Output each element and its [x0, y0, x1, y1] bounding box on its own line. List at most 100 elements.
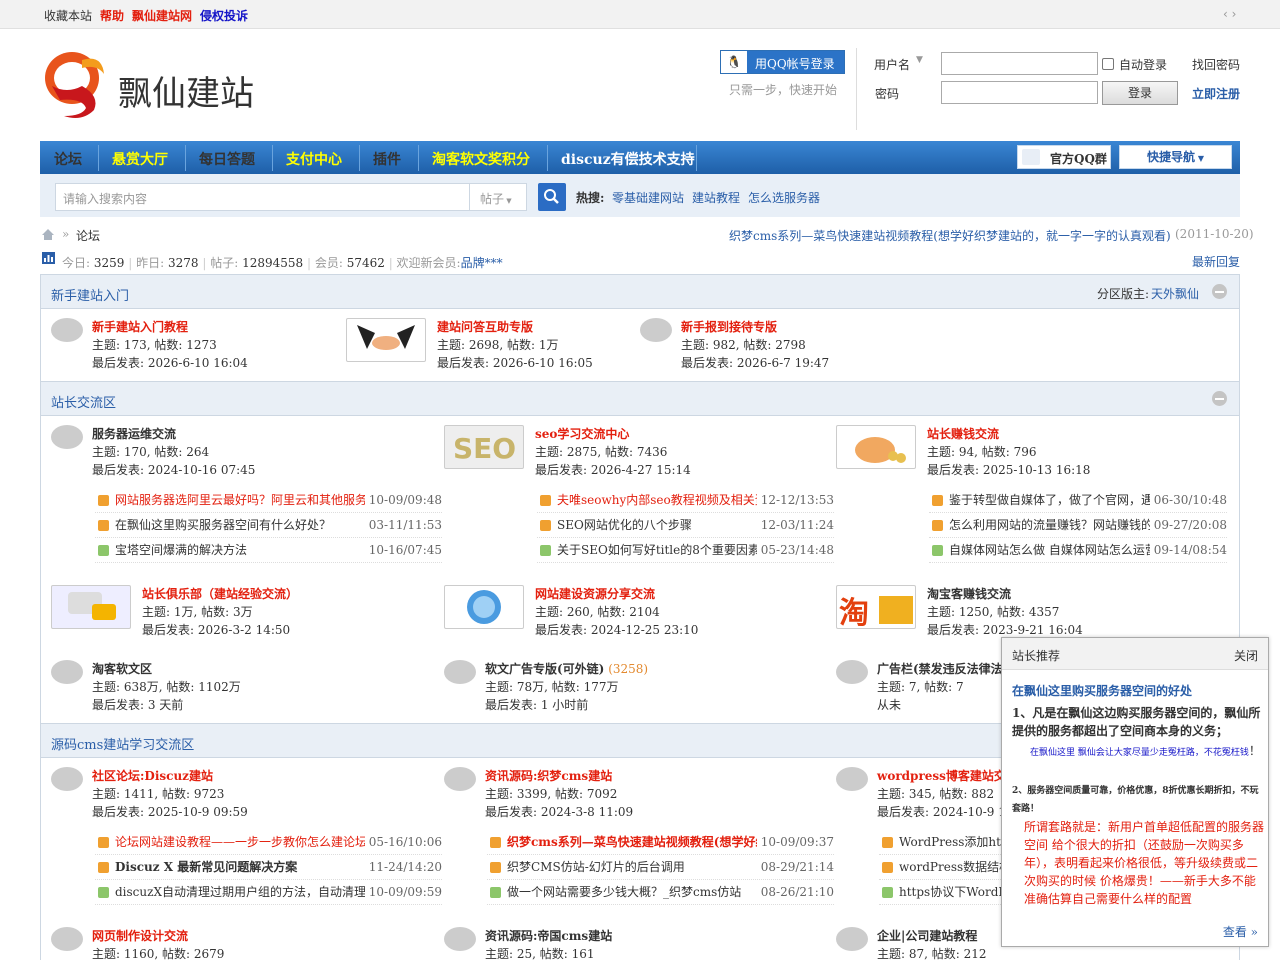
- thread-row[interactable]: 自媒体网站怎么做 自媒体网站怎么运营 09-14/08:54: [929, 538, 1227, 563]
- section-moderator-link[interactable]: 天外飘仙: [1151, 285, 1199, 302]
- qq-login-button[interactable]: 🐧 用QQ帐号登录: [720, 50, 845, 74]
- nav-item-taoke[interactable]: 淘客软文奖积分: [432, 149, 530, 169]
- nav-item-discuz-support[interactable]: discuz有偿技术支持: [561, 149, 695, 169]
- forum-item[interactable]: 软文广告专版(可外链) (3258) 主题: 78万, 帖数: 177万 最后发表:…: [485, 660, 648, 714]
- forum-icon: [51, 767, 83, 791]
- forum-item[interactable]: 建站问答互助专版 主题: 2698, 帖数: 1万 最后发表: 2026-6-10 …: [437, 318, 593, 372]
- thread-row[interactable]: discuzX自动清理过期用户组的方法，自动清理vip 10-09/09:59: [95, 880, 442, 905]
- register-link[interactable]: 立即注册: [1192, 85, 1240, 102]
- thread-row[interactable]: 鉴于转型做自媒体了，做了个官网，遇 06-30/10:48: [929, 488, 1227, 513]
- hot-search-link[interactable]: 怎么选服务器: [748, 189, 820, 206]
- thread-row[interactable]: 在飘仙这里购买服务器空间有什么好处？ 03-11/11:53: [95, 513, 442, 538]
- qq-group-button[interactable]: 官方QQ群: [1017, 145, 1111, 169]
- new-member-link[interactable]: 品牌***: [461, 256, 503, 270]
- thread-icon: [490, 862, 501, 873]
- forum-item[interactable]: 新手报到接待专版 主题: 982, 帖数: 2798 最后发表: 2026-6-7 …: [681, 318, 829, 372]
- taobao-icon: 淘: [836, 585, 916, 631]
- thread-icon: [932, 545, 943, 556]
- caret-down-icon: ▼: [1195, 153, 1204, 163]
- forum-item[interactable]: 广告栏(禁发违反法律法 主题: 7, 帖数: 7 从未: [877, 660, 1003, 714]
- group-icon: [1022, 149, 1040, 165]
- seo-icon: SEO: [444, 425, 524, 469]
- thread-icon: [540, 495, 551, 506]
- collapse-icon[interactable]: [1212, 284, 1227, 299]
- resource-globe-icon: [444, 585, 524, 629]
- forum-item[interactable]: 站长赚钱交流 主题: 94, 帖数: 796 最后发表: 2025-10-13 16…: [927, 425, 1090, 479]
- section-header-newbie: 新手建站入门 分区版主: 天外飘仙: [40, 274, 1240, 309]
- favorite-link[interactable]: 收藏本站: [44, 7, 92, 24]
- popup-close-button[interactable]: 关闭: [1234, 647, 1258, 664]
- nav-item-pay[interactable]: 支付中心: [286, 149, 342, 169]
- thread-row[interactable]: WordPress添加https: [879, 830, 1001, 855]
- thread-icon: [540, 545, 551, 556]
- nav-item-forum[interactable]: 论坛: [54, 149, 82, 169]
- popup-header: 站长推荐 关闭: [1002, 638, 1268, 670]
- thread-row[interactable]: 做一个网站需要多少钱大概？_织梦cms仿站 08-26/21:10: [487, 880, 834, 905]
- thread-row[interactable]: https协议下WordPre: [879, 880, 1001, 905]
- auto-login-checkbox[interactable]: [1102, 58, 1114, 70]
- nav-item-daily[interactable]: 每日答题: [199, 149, 255, 169]
- hot-search-link[interactable]: 零基础建网站: [612, 189, 684, 206]
- forum-item[interactable]: 资讯源码:帝国cms建站 主题: 25, 帖数: 161: [485, 927, 612, 963]
- username-label: 用户名: [874, 58, 911, 72]
- quick-nav-button[interactable]: 快捷导航 ▼: [1119, 145, 1232, 169]
- thread-row[interactable]: 宝塔空间爆满的解决方法 10-16/07:45: [95, 538, 442, 563]
- search-button[interactable]: [538, 183, 566, 211]
- thread-icon: [490, 837, 501, 848]
- logo[interactable]: [42, 46, 110, 129]
- forum-item[interactable]: 网页制作设计交流 主题: 1160, 帖数: 2679: [92, 927, 224, 963]
- qq-penguin-icon: 🐧: [721, 51, 747, 73]
- thread-icon: [882, 887, 893, 898]
- forum-item[interactable]: wordpress博客建站交流 主题: 345, 帖数: 882 最后发表: 202…: [877, 767, 1018, 821]
- announcement-link[interactable]: 织梦cms系列—菜鸟快速建站视频教程(想学好织梦建站的，就一字一字的认真观看): [729, 227, 1171, 244]
- collapse-icon[interactable]: [1212, 391, 1227, 406]
- forum-item[interactable]: 企业|公司建站教程 主题: 87, 帖数: 212: [877, 927, 987, 963]
- forum-item[interactable]: 网站建设资源分享交流 主题: 260, 帖数: 2104 最后发表: 2024-12…: [535, 585, 698, 639]
- hot-search-label: 热搜:: [576, 191, 605, 205]
- username-input[interactable]: [941, 52, 1098, 75]
- login-button[interactable]: 登录: [1102, 81, 1178, 105]
- thread-icon: [882, 837, 893, 848]
- forum-item[interactable]: 淘宝客赚钱交流 主题: 1250, 帖数: 4357 最后发表: 2023-9-21…: [927, 585, 1083, 639]
- top-bar: 收藏本站 帮助 飘仙建站网 侵权投诉 ‹ ›: [0, 0, 1280, 29]
- caret-down-icon[interactable]: ▼: [916, 55, 923, 65]
- find-password-link[interactable]: 找回密码: [1192, 56, 1240, 73]
- forum-item[interactable]: 社区论坛:Discuz建站 主题: 1411, 帖数: 9723 最后发表: 202…: [92, 767, 248, 821]
- switch-width-icon[interactable]: ‹ ›: [1223, 7, 1236, 21]
- breadcrumb-current[interactable]: 论坛: [76, 227, 100, 244]
- popup-paragraph: 在飘仙这里 飘仙会让大家尽量少走冤枉路，不花冤枉钱！: [1030, 744, 1261, 758]
- thread-row[interactable]: 论坛网站建设教程——一步一步教你怎么建论坛- 05-16/10:06: [95, 830, 442, 855]
- forum-item[interactable]: 站长俱乐部（建站经验交流） 主题: 1万, 帖数: 3万 最后发表: 2026-3-…: [142, 585, 298, 639]
- thread-row[interactable]: wordPress数据结构: [879, 855, 1001, 880]
- password-input[interactable]: [941, 81, 1098, 104]
- thread-row[interactable]: SEO网站优化的八个步骤 12-03/11:24: [537, 513, 834, 538]
- latest-replies-link[interactable]: 最新回复: [1192, 253, 1240, 270]
- search-type-select[interactable]: 帖子 ▼: [469, 183, 527, 211]
- hot-search-link[interactable]: 建站教程: [692, 189, 740, 206]
- report-link[interactable]: 侵权投诉: [200, 7, 248, 24]
- forum-item[interactable]: seo学习交流中心 主题: 2875, 帖数: 7436 最后发表: 2026-4-…: [535, 425, 691, 479]
- thread-row[interactable]: 夫唯seowhy内部seo教程视频及相关资 12-12/13:53: [537, 488, 834, 513]
- thread-row[interactable]: 网站服务器选阿里云最好吗？阿里云和其他服务商 10-09/09:48: [95, 488, 442, 513]
- chat-bubbles-icon: [51, 585, 131, 629]
- thread-row[interactable]: 织梦CMS仿站-幻灯片的后台调用 08-29/21:14: [487, 855, 834, 880]
- popup-more-link[interactable]: 查看 »: [1223, 923, 1258, 940]
- site-link[interactable]: 飘仙建站网: [132, 7, 192, 24]
- forum-item[interactable]: 新手建站入门教程 主题: 173, 帖数: 1273 最后发表: 2026-6-10…: [92, 318, 248, 372]
- thread-row[interactable]: Discuz X 最新常见问题解决方案 11-24/14:20: [95, 855, 442, 880]
- popup-headline[interactable]: 在飘仙这里购买服务器空间的好处: [1012, 682, 1192, 699]
- search-input[interactable]: 请输入搜索内容: [55, 183, 470, 211]
- forum-icon: [836, 660, 868, 684]
- forum-icon: [444, 927, 476, 951]
- home-icon[interactable]: [41, 228, 55, 241]
- stats-icon: [42, 252, 55, 264]
- forum-item[interactable]: 淘客软文区 主题: 638万, 帖数: 1102万 最后发表: 3 天前: [92, 660, 241, 714]
- nav-item-reward[interactable]: 悬赏大厅: [112, 149, 168, 169]
- forum-item[interactable]: 资讯源码:织梦cms建站 主题: 3399, 帖数: 7092 最后发表: 2024…: [485, 767, 633, 821]
- help-link[interactable]: 帮助: [100, 7, 124, 24]
- thread-row[interactable]: 织梦cms系列—菜鸟快速建站视频教程(想学好织梦 10-09/09:37: [487, 830, 834, 855]
- forum-item[interactable]: 服务器运维交流 主题: 170, 帖数: 264 最后发表: 2024-10-16 …: [92, 425, 255, 479]
- thread-row[interactable]: 关于SEO如何写好title的8个重要因素 05-23/14:48: [537, 538, 834, 563]
- nav-item-plugin[interactable]: 插件: [373, 149, 401, 169]
- thread-row[interactable]: 怎么利用网站的流量赚钱？网站赚钱的 09-27/20:08: [929, 513, 1227, 538]
